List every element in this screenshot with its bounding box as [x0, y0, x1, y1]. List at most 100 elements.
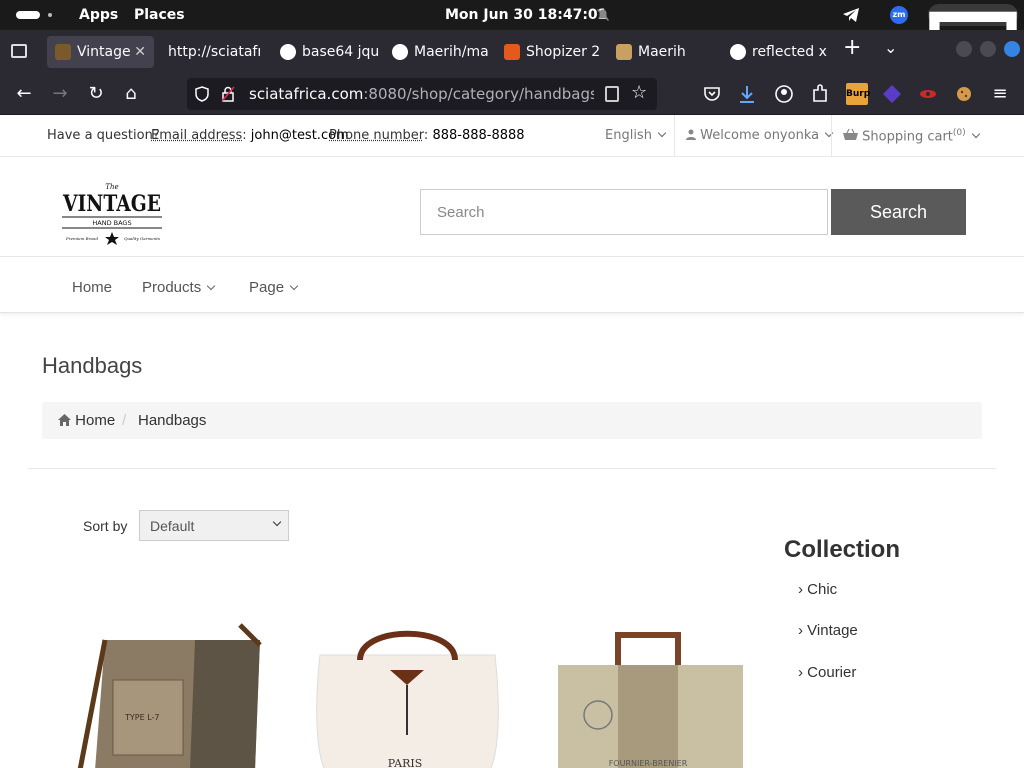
shopizer-icon: [504, 44, 520, 60]
shopping-cart-menu[interactable]: Shopping cart(0): [843, 128, 980, 144]
tab-vintage[interactable]: Vintage ✕: [47, 36, 154, 68]
activities-indicator[interactable]: [16, 11, 40, 19]
account-menu[interactable]: Welcome onyonka: [686, 128, 834, 143]
chevron-down-icon: [206, 281, 216, 291]
downloads-icon[interactable]: [736, 83, 758, 105]
new-tab-icon[interactable]: +: [843, 35, 861, 60]
reader-view-icon[interactable]: [605, 86, 619, 102]
github-icon: [392, 44, 408, 60]
breadcrumb-current: Handbags: [138, 412, 207, 429]
nav-page[interactable]: Page: [249, 279, 299, 296]
apps-menu[interactable]: Apps: [79, 7, 118, 23]
svg-text:Quality Garments: Quality Garments: [124, 236, 160, 241]
list-all-tabs-icon[interactable]: [11, 44, 27, 58]
reload-icon[interactable]: ↻: [85, 83, 107, 105]
phone-value[interactable]: 888-888-8888: [432, 128, 524, 143]
home-icon[interactable]: ⌂: [120, 83, 142, 105]
page-title: Handbags: [42, 353, 143, 378]
chevron-down-icon: [657, 128, 667, 138]
search-button[interactable]: Search: [831, 189, 966, 235]
site-header: The VINTAGE HAND BAGS Premium Brand Qual…: [0, 157, 1024, 257]
system-menu[interactable]: [928, 4, 1018, 278]
extensions-icon[interactable]: [809, 83, 831, 105]
chevron-right-icon: ›: [798, 581, 803, 598]
svg-text:The: The: [105, 183, 118, 191]
minimize-window-button[interactable]: [956, 41, 972, 57]
svg-text:TYPE L-7: TYPE L-7: [124, 713, 160, 722]
close-window-button[interactable]: [1004, 41, 1020, 57]
tab-maerih-github[interactable]: Maerih/ma: [384, 36, 490, 68]
home-icon: [58, 414, 71, 426]
tab-sciatafrica[interactable]: http://sciatafr: [160, 36, 260, 68]
tab-close-icon[interactable]: ✕: [134, 36, 146, 68]
tab-overflow-chevron-icon[interactable]: ⌄: [884, 38, 897, 57]
burp-proxy-icon[interactable]: Burp: [846, 83, 870, 105]
clock[interactable]: Mon Jun 30 18:47:01: [445, 7, 607, 23]
collection-item-vintage[interactable]: › Vintage: [798, 622, 858, 639]
collection-heading: Collection: [784, 536, 901, 563]
zoom-icon[interactable]: zm: [890, 6, 908, 24]
tab-maerih[interactable]: Maerih: [608, 36, 714, 68]
divider: [831, 115, 832, 157]
system-top-bar: Apps Places Mon Jun 30 18:47:01 zm: [0, 0, 1024, 278]
url-bar[interactable]: sciatafrica.com:8080/shop/category/handb…: [187, 78, 657, 110]
chevron-down-icon: [824, 128, 834, 138]
chevron-right-icon: ›: [798, 664, 803, 681]
svg-text:HAND BAGS: HAND BAGS: [92, 219, 131, 227]
tab-strip: Vintage ✕ http://sciatafr base64 jqu Mae…: [0, 30, 1024, 73]
tracking-shield-icon[interactable]: [195, 86, 209, 102]
workspace-dot[interactable]: [48, 13, 52, 17]
language-selector[interactable]: English: [605, 128, 667, 143]
shopping-basket-icon: [843, 129, 858, 141]
svg-text:Premium Brand: Premium Brand: [65, 236, 98, 241]
nav-toolbar: ← → ↻ ⌂ sciatafrica.com:8080/shop/catego…: [0, 73, 1024, 115]
chevron-down-icon: [971, 130, 980, 139]
email-info: Email address: john@test.com: [151, 128, 349, 143]
notifications-muted-icon[interactable]: [596, 8, 610, 22]
question-text: Have a question?: [47, 128, 160, 143]
svg-text:PARIS: PARIS: [388, 757, 423, 768]
nav-home[interactable]: Home: [72, 279, 112, 296]
cart-count: (0): [952, 128, 966, 138]
product-image-canvas-tote[interactable]: FOURNIER-BRENIER: [548, 620, 748, 768]
maerih-icon: [616, 44, 632, 60]
phone-info: Phone number: 888-888-8888: [329, 128, 525, 143]
sort-label: Sort by: [83, 518, 128, 534]
maximize-window-button[interactable]: [980, 41, 996, 57]
url-text[interactable]: sciatafrica.com:8080/shop/category/handb…: [249, 85, 594, 103]
insecure-lock-icon[interactable]: [221, 86, 235, 102]
breadcrumb: Home / Handbags: [42, 402, 982, 439]
sort-select[interactable]: Default: [139, 510, 289, 541]
eye-extension-icon[interactable]: [917, 83, 939, 105]
telegram-icon[interactable]: [842, 7, 860, 23]
collection-item-chic[interactable]: › Chic: [798, 581, 837, 598]
breadcrumb-home[interactable]: Home: [58, 412, 115, 429]
chevron-right-icon: ›: [798, 622, 803, 639]
web-page: Have a question? Email address: john@tes…: [0, 115, 1024, 768]
tab-reflected[interactable]: reflected x: [722, 36, 828, 68]
tab-base64[interactable]: base64 jqu: [272, 36, 378, 68]
divider: [674, 115, 675, 157]
bookmark-star-icon[interactable]: ☆: [631, 82, 647, 103]
chevron-down-icon: [289, 281, 299, 291]
main-navigation: Home Products Page: [0, 257, 1024, 313]
product-image-messenger-bag[interactable]: TYPE L-7: [65, 620, 265, 768]
pocket-icon[interactable]: [701, 83, 723, 105]
forward-icon[interactable]: →: [49, 83, 71, 105]
user-icon: [686, 129, 696, 140]
back-icon[interactable]: ←: [13, 83, 35, 105]
svg-text:VINTAGE: VINTAGE: [62, 191, 161, 217]
nav-products[interactable]: Products: [142, 279, 216, 296]
account-icon[interactable]: [773, 83, 795, 105]
product-image-paris-tote[interactable]: PARIS: [305, 620, 505, 768]
section-divider: [28, 468, 996, 469]
google-icon: [280, 44, 296, 60]
search-input[interactable]: [420, 189, 828, 235]
places-menu[interactable]: Places: [134, 7, 185, 23]
collection-item-courier[interactable]: › Courier: [798, 664, 856, 681]
tab-shopizer[interactable]: Shopizer 2: [496, 36, 602, 68]
hamburger-menu-icon[interactable]: ≡: [989, 83, 1011, 105]
cookie-editor-icon[interactable]: [953, 83, 975, 105]
vintage-handbags-logo[interactable]: The VINTAGE HAND BAGS Premium Brand Qual…: [60, 179, 164, 249]
foxyproxy-icon[interactable]: [881, 83, 903, 105]
